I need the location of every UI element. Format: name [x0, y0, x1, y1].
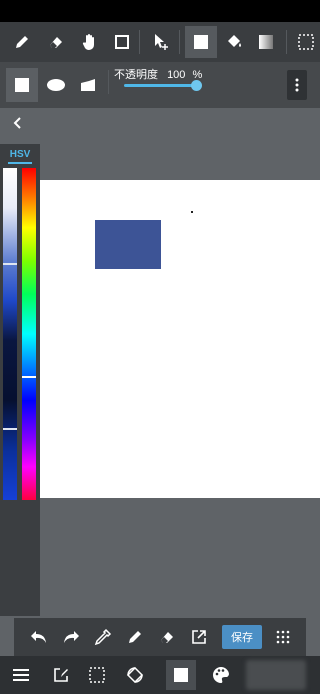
eraser-icon[interactable]: [40, 26, 72, 58]
more-options-button[interactable]: [287, 70, 307, 100]
bucket-icon[interactable]: [218, 26, 250, 58]
redo-icon[interactable]: [56, 622, 86, 652]
edit-layer-icon[interactable]: [46, 660, 76, 690]
drawn-rectangle: [95, 220, 161, 269]
toolbar-divider: [179, 30, 180, 54]
status-bar: [0, 0, 320, 22]
selection-icon[interactable]: [290, 26, 320, 58]
more-vert-icon: [295, 78, 299, 92]
hue-marker[interactable]: [22, 376, 36, 378]
current-color-swatch[interactable]: [166, 660, 196, 690]
rect-shape-icon[interactable]: [6, 68, 38, 102]
undo-icon[interactable]: [24, 622, 54, 652]
polygon-shape-icon[interactable]: [72, 68, 104, 102]
chevron-left-icon[interactable]: [8, 114, 26, 132]
opacity-slider-thumb[interactable]: [191, 80, 202, 91]
fill-rect-icon[interactable]: [185, 26, 217, 58]
move-icon[interactable]: [145, 26, 177, 58]
opacity-value: 100: [167, 69, 186, 81]
opacity-slider-track[interactable]: [124, 84, 198, 87]
pen-icon[interactable]: [120, 622, 150, 652]
saturation-value-slider[interactable]: [3, 168, 17, 500]
selection-icon[interactable]: [82, 660, 112, 690]
main-toolbar: [0, 22, 320, 62]
eraser-icon[interactable]: [152, 622, 182, 652]
opacity-label: 不透明度 100 %: [114, 66, 202, 82]
color-mode-tab[interactable]: HSV: [0, 149, 40, 160]
toolbar-divider: [286, 30, 287, 54]
opacity-label-text: 不透明度: [114, 69, 158, 81]
menu-icon[interactable]: [6, 660, 36, 690]
grid-menu-icon[interactable]: [268, 622, 298, 652]
eyedropper-icon[interactable]: [88, 622, 118, 652]
app-root: 不透明度 100 % HSV 保存: [0, 0, 320, 694]
layer-thumbnail[interactable]: [246, 660, 306, 690]
gradient-icon[interactable]: [250, 26, 282, 58]
canvas-dot: [191, 211, 193, 213]
rotate-canvas-icon[interactable]: [120, 660, 150, 690]
drawing-canvas[interactable]: [40, 180, 320, 498]
color-mode-underline: [8, 162, 32, 164]
save-button[interactable]: 保存: [222, 625, 262, 649]
rectangle-select-icon[interactable]: [106, 26, 138, 58]
toolbar-divider: [108, 70, 109, 94]
palette-icon[interactable]: [206, 660, 236, 690]
pen-icon[interactable]: [6, 26, 38, 58]
value-marker[interactable]: [3, 428, 17, 430]
hue-slider[interactable]: [22, 168, 36, 500]
toolbar-divider: [139, 30, 140, 54]
saturation-marker[interactable]: [3, 263, 17, 265]
hand-icon[interactable]: [74, 26, 106, 58]
ellipse-shape-icon[interactable]: [40, 68, 72, 102]
export-icon[interactable]: [184, 622, 214, 652]
